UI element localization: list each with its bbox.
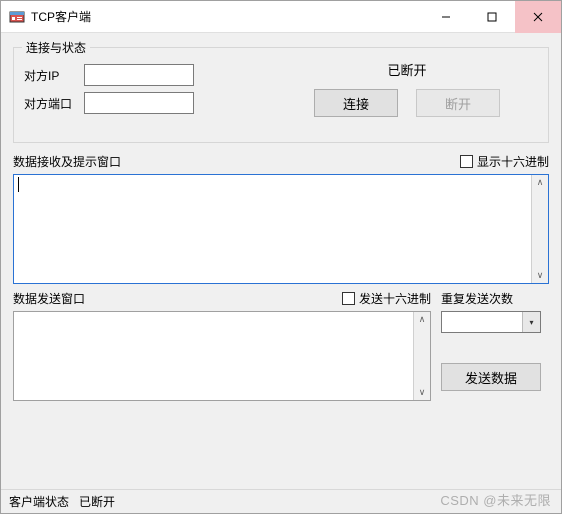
text-caret-icon <box>18 177 19 192</box>
checkbox-box-icon <box>342 292 355 305</box>
ip-input[interactable] <box>84 64 194 86</box>
repeat-label: 重复发送次数 <box>441 290 549 307</box>
send-button[interactable]: 发送数据 <box>441 363 541 391</box>
scroll-up-icon: ∧ <box>419 312 426 327</box>
port-label: 对方端口 <box>24 95 84 112</box>
minimize-icon <box>441 12 451 22</box>
statusbar: 客户端状态 已断开 <box>1 489 561 513</box>
repeat-count-select[interactable]: ▾ <box>441 311 541 333</box>
close-icon <box>533 12 543 22</box>
checkbox-box-icon <box>460 155 473 168</box>
port-input[interactable] <box>84 92 194 114</box>
receive-label: 数据接收及提示窗口 <box>13 153 121 170</box>
receive-scrollbar[interactable]: ∧ ∨ <box>531 175 548 283</box>
show-hex-checkbox[interactable]: 显示十六进制 <box>460 153 549 170</box>
connect-button-label: 连接 <box>343 94 369 113</box>
scroll-down-icon: ∨ <box>537 268 544 283</box>
app-icon <box>9 9 25 25</box>
show-hex-label: 显示十六进制 <box>477 153 549 170</box>
send-textarea[interactable]: ∧ ∨ <box>13 311 431 401</box>
send-scrollbar[interactable]: ∧ ∨ <box>413 312 430 400</box>
receive-header: 数据接收及提示窗口 显示十六进制 <box>13 153 549 170</box>
ip-label: 对方IP <box>24 67 84 84</box>
app-window: TCP客户端 连接与状态 对方IP 对方端口 已断开 <box>0 0 562 514</box>
statusbar-value: 已断开 <box>79 493 115 510</box>
connection-legend: 连接与状态 <box>22 39 90 56</box>
maximize-icon <box>487 12 497 22</box>
disconnect-button[interactable]: 断开 <box>416 89 500 117</box>
window-title: TCP客户端 <box>31 8 423 25</box>
minimize-button[interactable] <box>423 1 469 33</box>
disconnect-button-label: 断开 <box>445 94 471 113</box>
maximize-button[interactable] <box>469 1 515 33</box>
send-header: 数据发送窗口 发送十六进制 <box>13 290 431 307</box>
receive-textarea[interactable]: ∧ ∨ <box>13 174 549 284</box>
connection-group: 连接与状态 对方IP 对方端口 已断开 连接 断开 <box>13 47 549 143</box>
send-hex-label: 发送十六进制 <box>359 290 431 307</box>
scroll-up-icon: ∧ <box>537 175 544 190</box>
connect-button[interactable]: 连接 <box>314 89 398 117</box>
send-label: 数据发送窗口 <box>13 290 85 307</box>
titlebar: TCP客户端 <box>1 1 561 33</box>
chevron-down-icon: ▾ <box>522 312 540 332</box>
close-button[interactable] <box>515 1 561 33</box>
scroll-down-icon: ∨ <box>419 385 426 400</box>
send-hex-checkbox[interactable]: 发送十六进制 <box>342 290 431 307</box>
client-area: 连接与状态 对方IP 对方端口 已断开 连接 断开 数据接收及提示窗口 <box>1 33 561 401</box>
connection-status: 已断开 <box>387 60 426 79</box>
send-button-label: 发送数据 <box>465 368 517 387</box>
statusbar-label: 客户端状态 <box>9 493 69 510</box>
